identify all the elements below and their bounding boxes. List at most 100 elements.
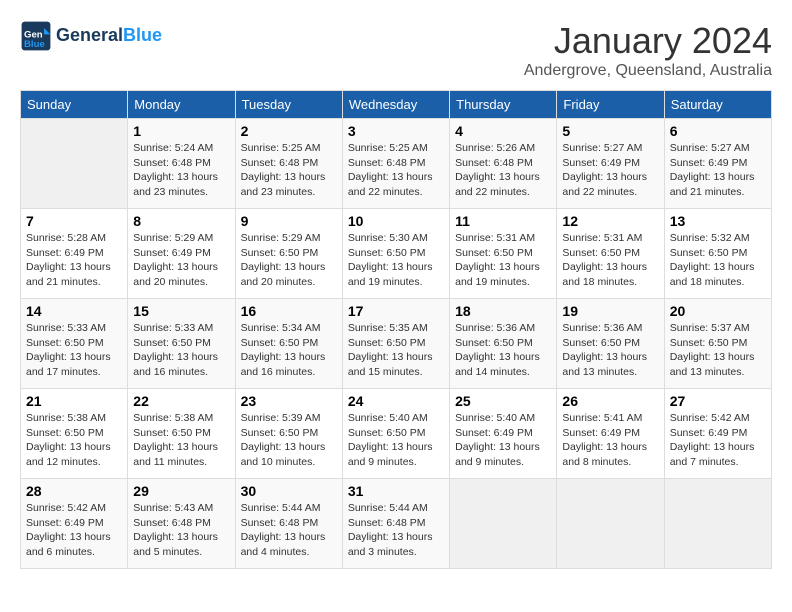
day-number: 18	[455, 303, 551, 319]
weekday-friday: Friday	[557, 91, 664, 119]
calendar-cell: 6 Sunrise: 5:27 AMSunset: 6:49 PMDaylight…	[664, 119, 771, 209]
day-info: Sunrise: 5:36 AMSunset: 6:50 PMDaylight:…	[455, 321, 551, 380]
calendar-cell: 2 Sunrise: 5:25 AMSunset: 6:48 PMDaylight…	[235, 119, 342, 209]
day-number: 16	[241, 303, 337, 319]
day-number: 29	[133, 483, 229, 499]
day-info: Sunrise: 5:42 AMSunset: 6:49 PMDaylight:…	[26, 501, 122, 560]
day-info: Sunrise: 5:40 AMSunset: 6:49 PMDaylight:…	[455, 411, 551, 470]
calendar-week-5: 28Sunrise: 5:42 AMSunset: 6:49 PMDayligh…	[21, 479, 772, 569]
day-info: Sunrise: 5:40 AMSunset: 6:50 PMDaylight:…	[348, 411, 444, 470]
calendar-cell: 15Sunrise: 5:33 AMSunset: 6:50 PMDayligh…	[128, 299, 235, 389]
day-info: Sunrise: 5:34 AMSunset: 6:50 PMDaylight:…	[241, 321, 337, 380]
calendar-cell: 4 Sunrise: 5:26 AMSunset: 6:48 PMDaylight…	[450, 119, 557, 209]
day-info: Sunrise: 5:27 AMSunset: 6:49 PMDaylight:…	[670, 141, 766, 200]
calendar-cell	[557, 479, 664, 569]
day-info: Sunrise: 5:33 AMSunset: 6:50 PMDaylight:…	[26, 321, 122, 380]
day-info: Sunrise: 5:30 AMSunset: 6:50 PMDaylight:…	[348, 231, 444, 290]
day-number: 1	[133, 123, 229, 139]
weekday-tuesday: Tuesday	[235, 91, 342, 119]
day-info: Sunrise: 5:28 AMSunset: 6:49 PMDaylight:…	[26, 231, 122, 290]
calendar-cell: 11 Sunrise: 5:31 AMSunset: 6:50 PMDayligh…	[450, 209, 557, 299]
day-info: Sunrise: 5:39 AMSunset: 6:50 PMDaylight:…	[241, 411, 337, 470]
day-number: 26	[562, 393, 658, 409]
calendar-cell: 24 Sunrise: 5:40 AMSunset: 6:50 PMDayligh…	[342, 389, 449, 479]
day-info: Sunrise: 5:42 AMSunset: 6:49 PMDaylight:…	[670, 411, 766, 470]
calendar-cell: 23 Sunrise: 5:39 AMSunset: 6:50 PMDayligh…	[235, 389, 342, 479]
calendar-cell: 17 Sunrise: 5:35 AMSunset: 6:50 PMDayligh…	[342, 299, 449, 389]
day-info: Sunrise: 5:27 AMSunset: 6:49 PMDaylight:…	[562, 141, 658, 200]
day-info: Sunrise: 5:26 AMSunset: 6:48 PMDaylight:…	[455, 141, 551, 200]
calendar-table: Sunday Monday Tuesday Wednesday Thursday…	[20, 90, 772, 569]
day-number: 14	[26, 303, 122, 319]
calendar-cell: 29 Sunrise: 5:43 AMSunset: 6:48 PMDayligh…	[128, 479, 235, 569]
calendar-cell	[664, 479, 771, 569]
day-number: 22	[133, 393, 229, 409]
calendar-cell	[21, 119, 128, 209]
month-title: January 2024	[524, 20, 772, 62]
day-info: Sunrise: 5:44 AMSunset: 6:48 PMDaylight:…	[348, 501, 444, 560]
day-info: Sunrise: 5:29 AMSunset: 6:50 PMDaylight:…	[241, 231, 337, 290]
day-info: Sunrise: 5:32 AMSunset: 6:50 PMDaylight:…	[670, 231, 766, 290]
day-number: 11	[455, 213, 551, 229]
calendar-week-3: 14 Sunrise: 5:33 AMSunset: 6:50 PMDayligh…	[21, 299, 772, 389]
weekday-thursday: Thursday	[450, 91, 557, 119]
day-info: Sunrise: 5:41 AMSunset: 6:49 PMDaylight:…	[562, 411, 658, 470]
day-number: 3	[348, 123, 444, 139]
day-number: 23	[241, 393, 337, 409]
day-info: Sunrise: 5:25 AMSunset: 6:48 PMDaylight:…	[241, 141, 337, 200]
day-number: 6	[670, 123, 766, 139]
calendar-cell: 22 Sunrise: 5:38 AMSunset: 6:50 PMDayligh…	[128, 389, 235, 479]
day-info: Sunrise: 5:44 AMSunset: 6:48 PMDaylight:…	[241, 501, 337, 560]
day-number: 24	[348, 393, 444, 409]
day-number: 12	[562, 213, 658, 229]
calendar-cell: 7 Sunrise: 5:28 AMSunset: 6:49 PMDaylight…	[21, 209, 128, 299]
calendar-cell: 8Sunrise: 5:29 AMSunset: 6:49 PMDaylight…	[128, 209, 235, 299]
day-info: Sunrise: 5:43 AMSunset: 6:48 PMDaylight:…	[133, 501, 229, 560]
day-number: 19	[562, 303, 658, 319]
weekday-sunday: Sunday	[21, 91, 128, 119]
day-number: 7	[26, 213, 122, 229]
logo-text: GeneralBlue	[56, 26, 162, 46]
day-number: 20	[670, 303, 766, 319]
day-info: Sunrise: 5:37 AMSunset: 6:50 PMDaylight:…	[670, 321, 766, 380]
day-info: Sunrise: 5:31 AMSunset: 6:50 PMDaylight:…	[562, 231, 658, 290]
weekday-saturday: Saturday	[664, 91, 771, 119]
logo-icon: Gen Blue	[20, 20, 52, 52]
day-info: Sunrise: 5:36 AMSunset: 6:50 PMDaylight:…	[562, 321, 658, 380]
day-number: 5	[562, 123, 658, 139]
calendar-body: 1 Sunrise: 5:24 AMSunset: 6:48 PMDaylight…	[21, 119, 772, 569]
day-info: Sunrise: 5:33 AMSunset: 6:50 PMDaylight:…	[133, 321, 229, 380]
day-number: 21	[26, 393, 122, 409]
logo: Gen Blue GeneralBlue	[20, 20, 162, 52]
day-number: 27	[670, 393, 766, 409]
day-number: 10	[348, 213, 444, 229]
day-number: 13	[670, 213, 766, 229]
calendar-cell: 31 Sunrise: 5:44 AMSunset: 6:48 PMDayligh…	[342, 479, 449, 569]
calendar-cell: 26 Sunrise: 5:41 AMSunset: 6:49 PMDayligh…	[557, 389, 664, 479]
day-number: 17	[348, 303, 444, 319]
calendar-cell: 5 Sunrise: 5:27 AMSunset: 6:49 PMDaylight…	[557, 119, 664, 209]
calendar-week-1: 1 Sunrise: 5:24 AMSunset: 6:48 PMDaylight…	[21, 119, 772, 209]
day-number: 2	[241, 123, 337, 139]
day-info: Sunrise: 5:25 AMSunset: 6:48 PMDaylight:…	[348, 141, 444, 200]
header: Gen Blue GeneralBlue January 2024 Anderg…	[20, 20, 772, 80]
weekday-wednesday: Wednesday	[342, 91, 449, 119]
calendar-cell: 20 Sunrise: 5:37 AMSunset: 6:50 PMDayligh…	[664, 299, 771, 389]
day-number: 30	[241, 483, 337, 499]
weekday-monday: Monday	[128, 91, 235, 119]
calendar-cell: 25Sunrise: 5:40 AMSunset: 6:49 PMDayligh…	[450, 389, 557, 479]
day-info: Sunrise: 5:24 AMSunset: 6:48 PMDaylight:…	[133, 141, 229, 200]
calendar-cell: 19 Sunrise: 5:36 AMSunset: 6:50 PMDayligh…	[557, 299, 664, 389]
calendar-cell	[450, 479, 557, 569]
day-number: 31	[348, 483, 444, 499]
calendar-cell: 21 Sunrise: 5:38 AMSunset: 6:50 PMDayligh…	[21, 389, 128, 479]
day-info: Sunrise: 5:35 AMSunset: 6:50 PMDaylight:…	[348, 321, 444, 380]
day-info: Sunrise: 5:31 AMSunset: 6:50 PMDaylight:…	[455, 231, 551, 290]
day-info: Sunrise: 5:38 AMSunset: 6:50 PMDaylight:…	[133, 411, 229, 470]
calendar-cell: 27 Sunrise: 5:42 AMSunset: 6:49 PMDayligh…	[664, 389, 771, 479]
day-number: 4	[455, 123, 551, 139]
calendar-cell: 9Sunrise: 5:29 AMSunset: 6:50 PMDaylight…	[235, 209, 342, 299]
calendar-cell: 12 Sunrise: 5:31 AMSunset: 6:50 PMDayligh…	[557, 209, 664, 299]
calendar-cell: 3 Sunrise: 5:25 AMSunset: 6:48 PMDaylight…	[342, 119, 449, 209]
day-info: Sunrise: 5:38 AMSunset: 6:50 PMDaylight:…	[26, 411, 122, 470]
